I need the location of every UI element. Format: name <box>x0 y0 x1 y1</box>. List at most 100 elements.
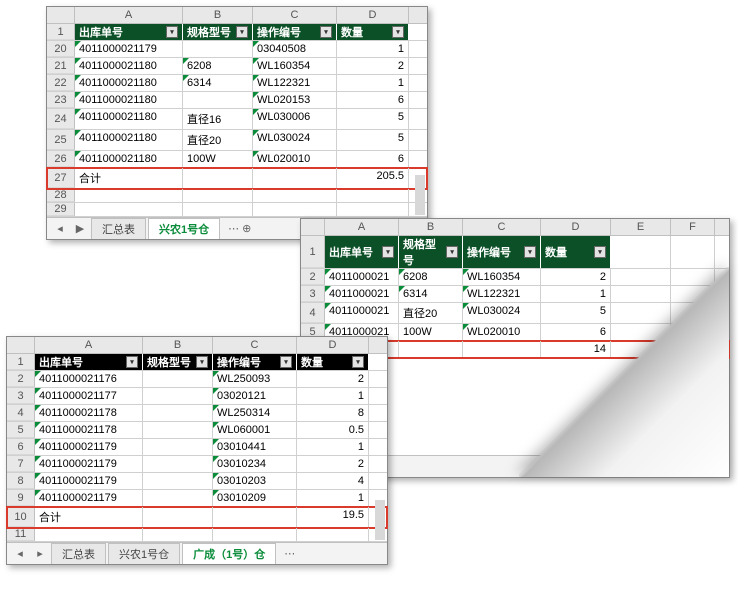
cell[interactable] <box>337 189 409 202</box>
row-num[interactable]: 26 <box>47 151 75 167</box>
cell[interactable]: 100W <box>399 324 463 340</box>
cell[interactable]: WL160354 <box>463 269 541 285</box>
cell[interactable]: WL122321 <box>253 75 337 91</box>
cell[interactable]: WL250314 <box>213 405 297 421</box>
cell[interactable]: WL030024 <box>253 130 337 150</box>
filter-icon[interactable]: ▾ <box>166 26 178 38</box>
filter-icon[interactable]: ▾ <box>446 246 458 258</box>
filter-icon[interactable]: ▾ <box>196 356 208 368</box>
row-num[interactable]: 3 <box>7 388 35 404</box>
cell[interactable]: 4011000021180 <box>75 109 183 129</box>
cell[interactable] <box>75 203 183 216</box>
cell[interactable]: 03020121 <box>213 388 297 404</box>
sheet-tab-summary[interactable]: 汇总表 <box>51 543 106 564</box>
add-sheet-icon[interactable]: ⋯ ⊕ <box>222 222 257 235</box>
cell[interactable]: 4011000021180 <box>75 130 183 150</box>
row-num[interactable]: 9 <box>7 490 35 506</box>
cell[interactable]: 4011000021180 <box>75 92 183 108</box>
cell[interactable] <box>183 168 253 188</box>
cell[interactable]: WL250093 <box>213 371 297 387</box>
row-num[interactable]: 28 <box>47 189 75 202</box>
col-B[interactable]: B <box>183 7 253 23</box>
filter-icon[interactable]: ▾ <box>126 356 138 368</box>
cell[interactable]: 4011000021178 <box>35 405 143 421</box>
cell[interactable]: WL030024 <box>463 303 541 323</box>
sheet-tab-summary[interactable]: 汇总表 <box>91 218 146 239</box>
cell[interactable]: 4011000021179 <box>35 490 143 506</box>
cell[interactable] <box>143 405 213 421</box>
cell[interactable]: 6208 <box>183 58 253 74</box>
cell[interactable]: WL122321 <box>463 286 541 302</box>
cell[interactable]: 03040508 <box>253 41 337 57</box>
col-B[interactable]: B <box>399 219 463 235</box>
cell[interactable]: 4011000021176 <box>35 371 143 387</box>
cell[interactable] <box>183 41 253 57</box>
cell[interactable] <box>611 286 671 302</box>
col-A[interactable]: A <box>75 7 183 23</box>
cell[interactable]: 4011000021177 <box>35 388 143 404</box>
cell[interactable]: 6314 <box>399 286 463 302</box>
col-A[interactable]: A <box>35 337 143 353</box>
sheet-tab-xingnong1[interactable]: 兴农1号仓 <box>108 543 180 564</box>
cell[interactable]: 5 <box>337 109 409 129</box>
row-num[interactable]: 2 <box>301 269 325 285</box>
cell[interactable]: 03010441 <box>213 439 297 455</box>
row-1[interactable]: 1 <box>301 236 325 268</box>
filter-icon[interactable]: ▾ <box>352 356 364 368</box>
total-row[interactable]: 10 合计 19.5 <box>7 507 387 528</box>
cell[interactable] <box>611 303 671 323</box>
cell[interactable] <box>253 189 337 202</box>
sheet-tab-guangcheng1[interactable]: 广成（1号）仓 <box>182 543 276 564</box>
cell[interactable]: 4011000021179 <box>35 439 143 455</box>
col-A[interactable]: A <box>325 219 399 235</box>
col-D[interactable]: D <box>337 7 409 23</box>
row-num[interactable]: 10 <box>7 507 35 527</box>
cell[interactable] <box>143 507 213 527</box>
cell[interactable]: WL160354 <box>253 58 337 74</box>
cell[interactable]: 直径20 <box>399 303 463 323</box>
filter-icon[interactable]: ▾ <box>280 356 292 368</box>
total-value[interactable]: 205.5 <box>337 168 409 188</box>
cell[interactable] <box>183 203 253 216</box>
cell[interactable] <box>143 473 213 489</box>
total-value[interactable]: 14 <box>541 341 611 357</box>
cell[interactable]: 2 <box>337 58 409 74</box>
cell[interactable] <box>463 341 541 357</box>
col-D[interactable]: D <box>297 337 369 353</box>
cell[interactable] <box>143 490 213 506</box>
cell[interactable]: 4 <box>297 473 369 489</box>
cell[interactable]: 5 <box>541 303 611 323</box>
row-num[interactable]: 25 <box>47 130 75 150</box>
header-opcode[interactable]: 操作编号▾ <box>213 354 297 370</box>
cell[interactable]: 2 <box>297 456 369 472</box>
cell[interactable]: 1 <box>337 75 409 91</box>
header-qty[interactable]: 数量▾ <box>297 354 369 370</box>
row-num[interactable]: 7 <box>7 456 35 472</box>
cell[interactable]: 1 <box>337 41 409 57</box>
header-spec[interactable]: 规格型号▾ <box>399 236 463 268</box>
cell[interactable] <box>337 203 409 216</box>
col-C[interactable]: C <box>213 337 297 353</box>
filter-icon[interactable]: ▾ <box>524 246 536 258</box>
scrollbar[interactable] <box>375 500 385 540</box>
row-num[interactable]: 21 <box>47 58 75 74</box>
cell[interactable] <box>297 528 369 541</box>
nav-next-icon[interactable]: ▶ <box>71 222 89 235</box>
row-num[interactable]: 2 <box>7 371 35 387</box>
cell[interactable]: 4011000021179 <box>35 473 143 489</box>
cell[interactable] <box>143 456 213 472</box>
add-sheet-icon[interactable]: ⋯ <box>278 547 301 560</box>
cell[interactable]: 100W <box>183 151 253 167</box>
row-num[interactable]: 20 <box>47 41 75 57</box>
col-C[interactable]: C <box>463 219 541 235</box>
row-num[interactable]: 4 <box>301 303 325 323</box>
cell[interactable] <box>213 528 297 541</box>
cell[interactable]: 4011000021 <box>325 286 399 302</box>
cell[interactable]: 8 <box>297 405 369 421</box>
cell[interactable] <box>399 341 463 357</box>
cell[interactable]: 03010209 <box>213 490 297 506</box>
cell[interactable]: WL060001 <box>213 422 297 438</box>
cell[interactable]: 4011000021178 <box>35 422 143 438</box>
cell[interactable] <box>35 528 143 541</box>
row-num[interactable]: 4 <box>7 405 35 421</box>
